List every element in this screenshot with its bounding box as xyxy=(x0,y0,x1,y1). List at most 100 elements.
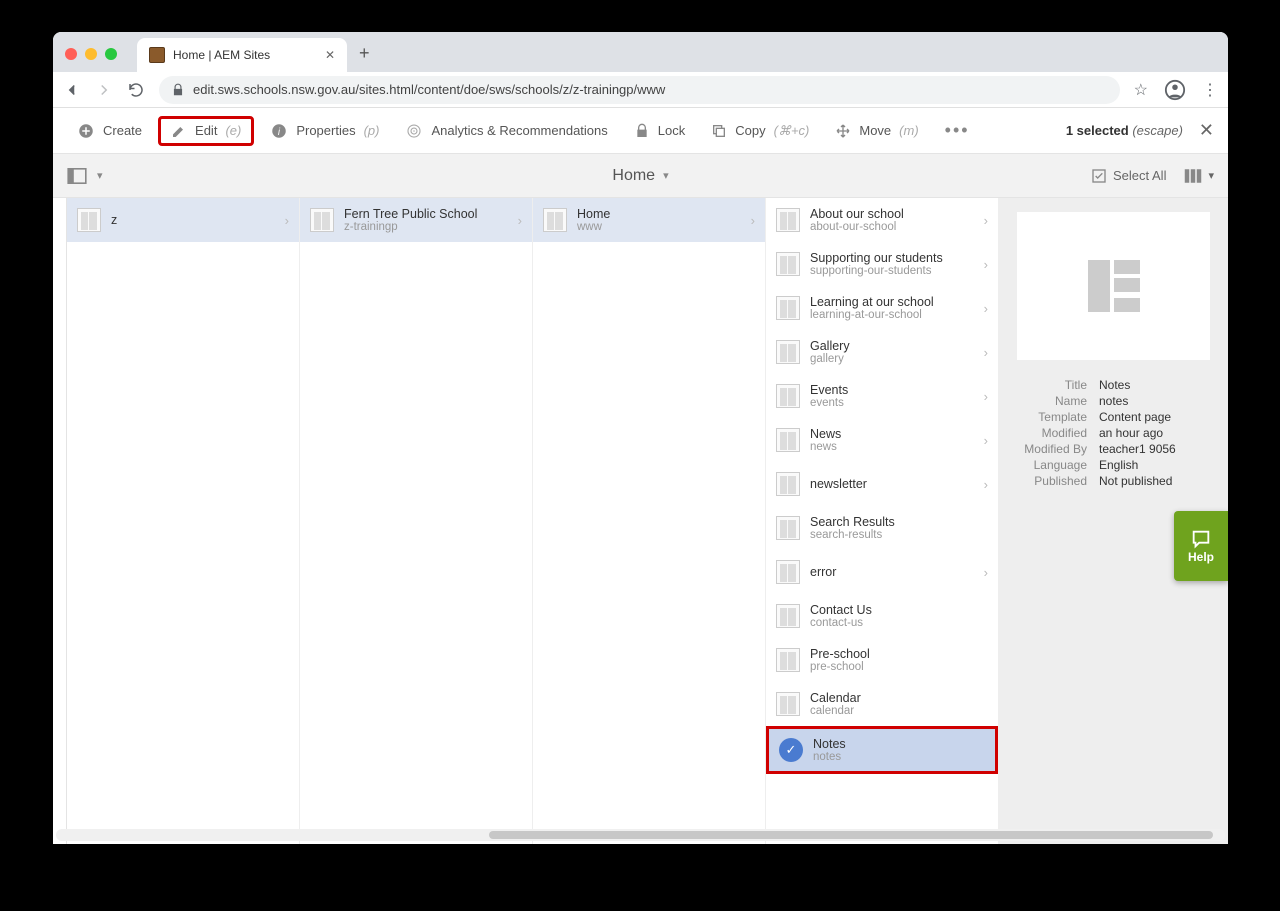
minimize-window-button[interactable] xyxy=(85,48,97,60)
item-title: Search Results xyxy=(810,515,988,529)
chevron-right-icon: › xyxy=(984,565,988,580)
page-icon xyxy=(1088,260,1140,312)
item-subtitle: news xyxy=(810,441,974,453)
view-switcher-button[interactable]: ▾ xyxy=(1184,168,1214,184)
page-thumb-icon xyxy=(776,384,800,408)
item-title: newsletter xyxy=(810,477,974,491)
item-title: Gallery xyxy=(810,339,974,353)
page-thumb-icon xyxy=(776,648,800,672)
action-toolbar: Create Edit (e) i Properties (p) Analyti… xyxy=(53,108,1228,154)
column-item[interactable]: About our schoolabout-our-school› xyxy=(766,198,998,242)
ellipsis-icon: ••• xyxy=(945,120,970,141)
column-item[interactable]: error › xyxy=(766,550,998,594)
close-tab-button[interactable]: ✕ xyxy=(325,48,335,62)
item-title: Contact Us xyxy=(810,603,988,617)
column-item[interactable]: z› xyxy=(67,198,299,242)
page-thumb-icon xyxy=(543,208,567,232)
help-button[interactable]: Help xyxy=(1174,511,1228,581)
maximize-window-button[interactable] xyxy=(105,48,117,60)
chevron-down-icon[interactable]: ▾ xyxy=(97,169,103,182)
column-item[interactable]: Search Resultssearch-results xyxy=(766,506,998,550)
item-subtitle: learning-at-our-school xyxy=(810,309,974,321)
column-item[interactable]: Eventsevents› xyxy=(766,374,998,418)
property-label: Title xyxy=(1017,378,1087,392)
chevron-right-icon: › xyxy=(285,213,289,228)
back-button[interactable] xyxy=(63,81,81,99)
item-title: Pre-school xyxy=(810,647,988,661)
lock-button[interactable]: Lock xyxy=(624,117,695,145)
item-title: error xyxy=(810,565,974,579)
new-tab-button[interactable]: + xyxy=(359,43,370,64)
page-thumb-icon xyxy=(776,516,800,540)
chevron-right-icon: › xyxy=(984,301,988,316)
column-item[interactable]: Contact Uscontact-us xyxy=(766,594,998,638)
horizontal-scrollbar[interactable] xyxy=(56,829,1225,841)
page-thumb-icon xyxy=(776,560,800,584)
favicon-icon xyxy=(149,47,165,63)
chevron-right-icon: › xyxy=(984,433,988,448)
column-item[interactable]: Fern Tree Public Schoolz-trainingp› xyxy=(300,198,532,242)
property-label: Name xyxy=(1017,394,1087,408)
property-row: TitleNotes xyxy=(1017,378,1210,392)
copy-button[interactable]: Copy (⌘+c) xyxy=(701,117,819,145)
address-bar: edit.sws.schools.nsw.gov.au/sites.html/c… xyxy=(53,72,1228,108)
edit-button[interactable]: Edit (e) xyxy=(158,116,254,146)
item-title: Events xyxy=(810,383,974,397)
browser-menu-button[interactable]: ⋮ xyxy=(1202,80,1218,100)
column-item[interactable]: Supporting our studentssupporting-our-st… xyxy=(766,242,998,286)
breadcrumb[interactable]: Home ▾ xyxy=(612,167,668,185)
chevron-right-icon: › xyxy=(984,257,988,272)
selection-status: 1 selected (escape) xyxy=(1066,123,1183,138)
property-value: Content page xyxy=(1099,410,1171,424)
chat-icon xyxy=(1189,528,1213,550)
analytics-button[interactable]: Analytics & Recommendations xyxy=(395,116,617,146)
forward-button[interactable] xyxy=(95,81,113,99)
column-item[interactable]: Pre-schoolpre-school xyxy=(766,638,998,682)
scrollbar-thumb[interactable] xyxy=(489,831,1214,839)
page-thumb-icon xyxy=(776,340,800,364)
property-row: TemplateContent page xyxy=(1017,410,1210,424)
column-item[interactable]: Gallerygallery› xyxy=(766,330,998,374)
columns-icon xyxy=(1184,168,1202,184)
page-thumb-icon xyxy=(776,692,800,716)
column-view: z› Fern Tree Public Schoolz-trainingp› H… xyxy=(53,198,1228,844)
url-text: edit.sws.schools.nsw.gov.au/sites.html/c… xyxy=(193,82,665,97)
deselect-button[interactable]: ✕ xyxy=(1199,120,1214,141)
property-value: an hour ago xyxy=(1099,426,1163,440)
create-button[interactable]: Create xyxy=(67,116,152,146)
column-item[interactable]: Learning at our schoollearning-at-our-sc… xyxy=(766,286,998,330)
page-thumb-icon xyxy=(77,208,101,232)
url-input[interactable]: edit.sws.schools.nsw.gov.au/sites.html/c… xyxy=(159,76,1120,104)
item-subtitle: events xyxy=(810,397,974,409)
tab-bar: Home | AEM Sites ✕ + xyxy=(53,32,1228,72)
column-1: z› xyxy=(67,198,299,844)
property-label: Modified By xyxy=(1017,442,1087,456)
close-window-button[interactable] xyxy=(65,48,77,60)
browser-tab[interactable]: Home | AEM Sites ✕ xyxy=(137,38,347,72)
item-title: Learning at our school xyxy=(810,295,974,309)
item-subtitle: supporting-our-students xyxy=(810,265,974,277)
item-title: About our school xyxy=(810,207,974,221)
profile-icon[interactable] xyxy=(1164,79,1186,101)
column-item[interactable]: Homewww› xyxy=(533,198,765,242)
property-row: Modifiedan hour ago xyxy=(1017,426,1210,440)
item-subtitle: pre-school xyxy=(810,661,988,673)
select-all-button[interactable]: Select All xyxy=(1091,168,1166,184)
column-item[interactable]: ✓Notesnotes xyxy=(766,726,998,774)
target-icon xyxy=(405,122,423,140)
move-button[interactable]: Move (m) xyxy=(825,117,928,145)
properties-button[interactable]: i Properties (p) xyxy=(260,116,389,146)
column-item[interactable]: Calendarcalendar xyxy=(766,682,998,726)
column-item[interactable]: newsletter› xyxy=(766,462,998,506)
page-title: Home xyxy=(612,167,655,185)
rail-toggle-icon[interactable] xyxy=(67,168,87,184)
column-item[interactable]: Newsnews› xyxy=(766,418,998,462)
property-label: Published xyxy=(1017,474,1087,488)
page-thumb-icon xyxy=(310,208,334,232)
bookmark-star-icon[interactable]: ☆ xyxy=(1134,80,1148,100)
more-actions-button[interactable]: ••• xyxy=(935,114,980,147)
lock-icon xyxy=(634,123,650,139)
pencil-icon xyxy=(171,123,187,139)
reload-button[interactable] xyxy=(127,81,145,99)
chevron-right-icon: › xyxy=(751,213,755,228)
